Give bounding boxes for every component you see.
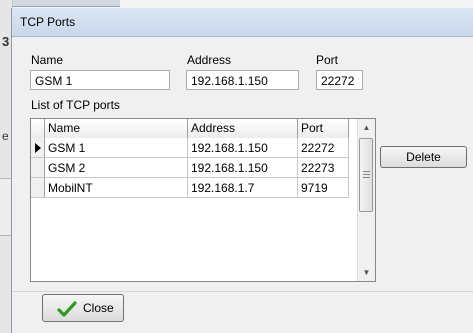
- name-field[interactable]: GSM 1: [30, 70, 170, 90]
- background-text-fragment: e: [2, 129, 9, 143]
- vertical-scrollbar[interactable]: ▲ ▼: [357, 119, 375, 281]
- scroll-up-icon[interactable]: ▲: [358, 119, 375, 136]
- scroll-down-icon[interactable]: ▼: [358, 264, 375, 281]
- column-header-address[interactable]: Address: [188, 119, 298, 138]
- dialog-title: TCP Ports: [20, 15, 76, 29]
- port-label: Port: [316, 53, 339, 67]
- grid-header: Name Address Port: [31, 119, 349, 139]
- dialog-titlebar[interactable]: TCP Ports: [12, 8, 473, 37]
- list-label: List of TCP ports: [31, 98, 120, 112]
- column-header-name[interactable]: Name: [45, 119, 188, 138]
- row-indicator: [31, 138, 45, 158]
- cell-address[interactable]: 192.168.1.150: [188, 158, 298, 178]
- scroll-thumb[interactable]: [359, 138, 373, 212]
- thumb-grip: [363, 171, 370, 172]
- close-button[interactable]: Close: [42, 294, 124, 322]
- cell-name[interactable]: GSM 1: [45, 138, 188, 158]
- cell-address[interactable]: 192.168.1.150: [188, 138, 298, 158]
- name-label: Name: [31, 53, 64, 67]
- table-row[interactable]: GSM 1 192.168.1.150 22272: [31, 138, 349, 158]
- background-titlebar: [0, 0, 120, 7]
- address-label: Address: [187, 53, 232, 67]
- column-header-port[interactable]: Port: [298, 119, 349, 138]
- footer-divider: [12, 291, 473, 292]
- row-indicator-icon: [35, 143, 41, 153]
- cell-port[interactable]: 9719: [298, 178, 349, 198]
- row-indicator: [31, 158, 45, 178]
- address-field[interactable]: 192.168.1.150: [186, 70, 299, 90]
- header-indicator-cell: [31, 119, 45, 138]
- cell-port[interactable]: 22272: [298, 138, 349, 158]
- row-indicator: [31, 178, 45, 198]
- cell-name[interactable]: MobilNT: [45, 178, 188, 198]
- tcp-ports-dialog: TCP Ports Name Address Port GSM 1 192.16…: [11, 8, 473, 333]
- cell-name[interactable]: GSM 2: [45, 158, 188, 178]
- cell-address[interactable]: 192.168.1.7: [188, 178, 298, 198]
- checkmark-icon: [57, 301, 77, 317]
- thumb-grip: [363, 174, 370, 175]
- tcp-ports-grid[interactable]: Name Address Port GSM 1 192.168.1.150 22…: [30, 118, 376, 282]
- close-button-label: Close: [83, 301, 114, 315]
- cell-port[interactable]: 22273: [298, 158, 349, 178]
- delete-button-label: Delete: [406, 150, 441, 164]
- table-row[interactable]: GSM 2 192.168.1.150 22273: [31, 158, 349, 178]
- delete-button[interactable]: Delete: [380, 146, 467, 168]
- table-row[interactable]: MobilNT 192.168.1.7 9719: [31, 178, 349, 198]
- port-field[interactable]: 22272: [316, 70, 363, 90]
- background-text-fragment: 3: [2, 34, 10, 49]
- thumb-grip: [363, 177, 370, 178]
